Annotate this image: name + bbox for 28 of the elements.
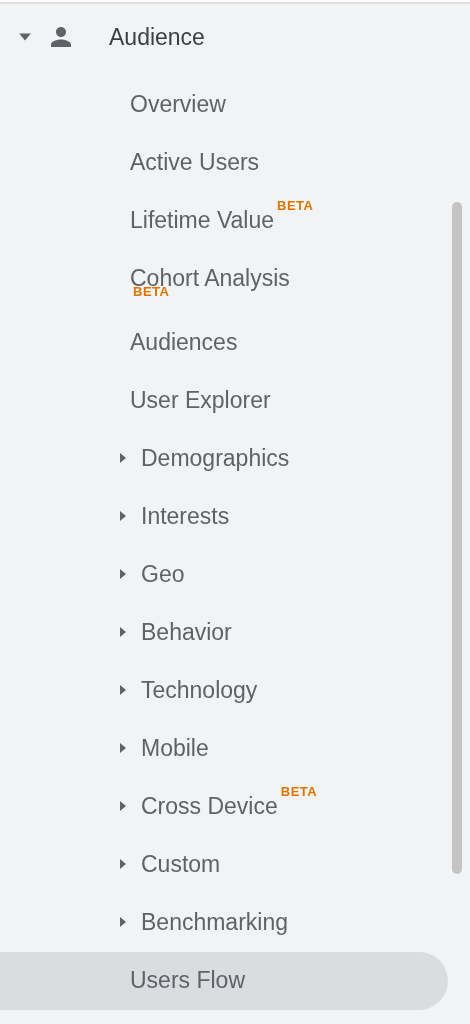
expand-arrow-icon: [119, 510, 127, 522]
nav-item[interactable]: User Explorer: [0, 372, 448, 430]
expand-arrow-icon: [119, 684, 127, 696]
expand-arrow-icon: [119, 742, 127, 754]
nav-item[interactable]: Interests: [0, 488, 448, 546]
nav-item[interactable]: Benchmarking: [0, 894, 448, 952]
section-header[interactable]: Audience: [0, 20, 470, 54]
expand-arrow-icon: [119, 916, 127, 928]
nav-item[interactable]: Audiences: [0, 314, 448, 372]
nav-item[interactable]: Custom: [0, 836, 448, 894]
beta-label: BETA: [133, 286, 170, 298]
expand-arrow-icon: [119, 626, 127, 638]
nav-item[interactable]: Geo: [0, 546, 448, 604]
beta-label: BETA: [277, 200, 314, 212]
scrollbar[interactable]: [452, 202, 462, 874]
nav-item[interactable]: Active Users: [0, 134, 448, 192]
nav-item[interactable]: Cohort Analysis BETA: [0, 250, 448, 314]
expand-arrow-icon: [119, 568, 127, 580]
nav-item[interactable]: Users Flow: [0, 952, 448, 1010]
nav-item[interactable]: Technology: [0, 662, 448, 720]
nav-item[interactable]: Behavior: [0, 604, 448, 662]
expand-arrow-icon: [119, 800, 127, 812]
beta-label: BETA: [280, 786, 318, 798]
expand-arrow-icon: [119, 452, 127, 464]
nav-item[interactable]: Demographics: [0, 430, 448, 488]
nav-item[interactable]: Mobile: [0, 720, 448, 778]
nav-item[interactable]: Overview: [0, 76, 448, 134]
expand-arrow-icon: [119, 858, 127, 870]
